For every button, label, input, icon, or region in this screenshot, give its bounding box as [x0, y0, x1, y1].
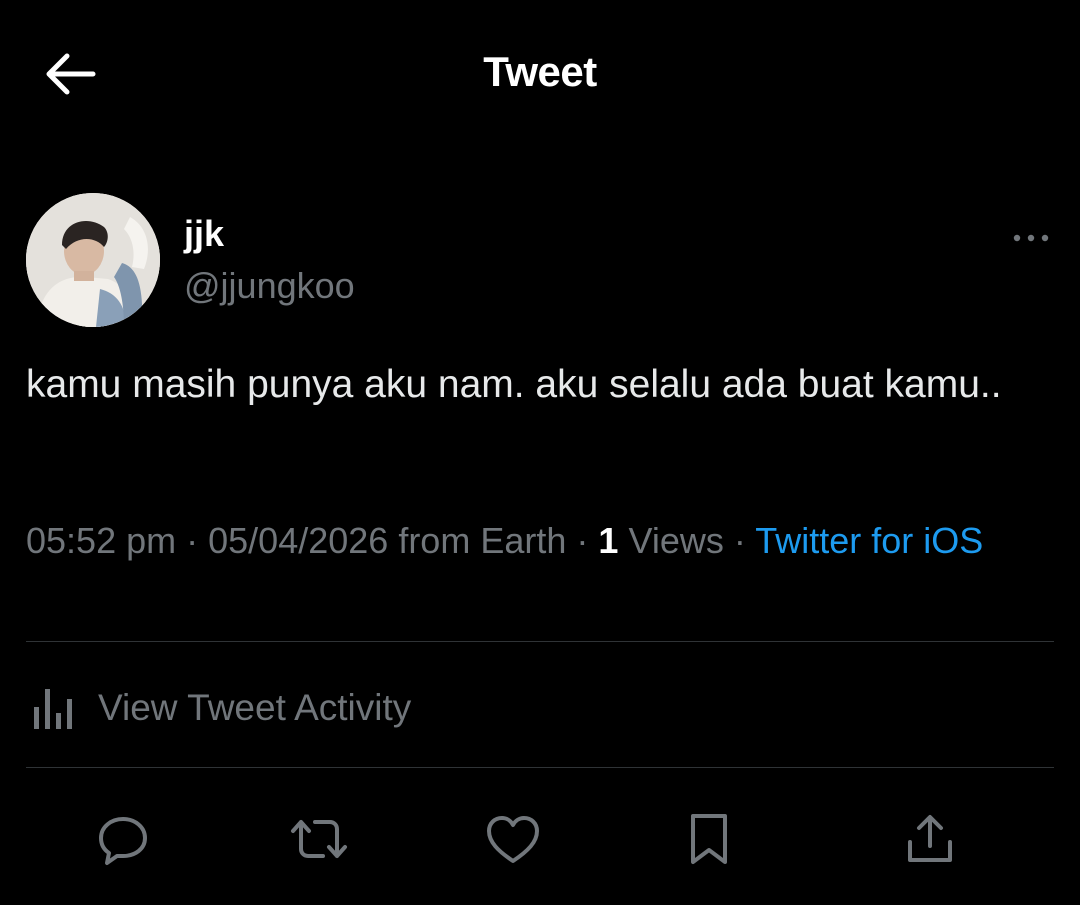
meta-separator: ·: [576, 520, 589, 561]
user-handle[interactable]: @jjungkoo: [184, 265, 355, 307]
reply-button[interactable]: [88, 804, 158, 874]
divider: [26, 767, 1054, 768]
divider: [26, 641, 1054, 642]
top-bar: Tweet: [0, 0, 1080, 150]
display-name[interactable]: jjk: [184, 213, 224, 255]
bookmark-button[interactable]: [674, 804, 744, 874]
share-button[interactable]: [895, 804, 965, 874]
meta-separator: ·: [186, 520, 199, 561]
tweet-metadata: 05:52 pm · 05/04/2026 from Earth · 1 Vie…: [26, 518, 1036, 564]
tweet-actions: [0, 800, 1080, 880]
avatar[interactable]: [26, 193, 160, 327]
tweet-time: 05:52 pm: [26, 520, 177, 561]
activity-label: View Tweet Activity: [98, 687, 412, 728]
like-button[interactable]: [478, 804, 548, 874]
more-options-button[interactable]: [1006, 223, 1056, 253]
more-horizontal-icon: [1013, 234, 1049, 242]
tweet-date: 05/04/2026 from Earth: [208, 520, 567, 561]
analytics-icon: [34, 689, 72, 729]
heart-icon: [487, 816, 539, 863]
share-icon: [908, 815, 952, 862]
retweet-icon: [291, 820, 347, 858]
meta-separator: ·: [733, 520, 746, 561]
views-count: 1: [598, 520, 619, 561]
tweet-source-link[interactable]: Twitter for iOS: [755, 520, 983, 561]
view-tweet-activity-button[interactable]: View Tweet Activity: [26, 668, 1054, 748]
reply-icon: [99, 817, 147, 865]
views-label: Views: [628, 520, 724, 561]
page-title: Tweet: [483, 48, 597, 95]
bookmark-icon: [691, 814, 727, 864]
tweet-text: kamu masih punya aku nam. aku selalu ada…: [26, 363, 1002, 406]
avatar-image: [26, 193, 160, 327]
tweet-author: jjk @jjungkoo: [26, 193, 1056, 333]
retweet-button[interactable]: [284, 804, 354, 874]
